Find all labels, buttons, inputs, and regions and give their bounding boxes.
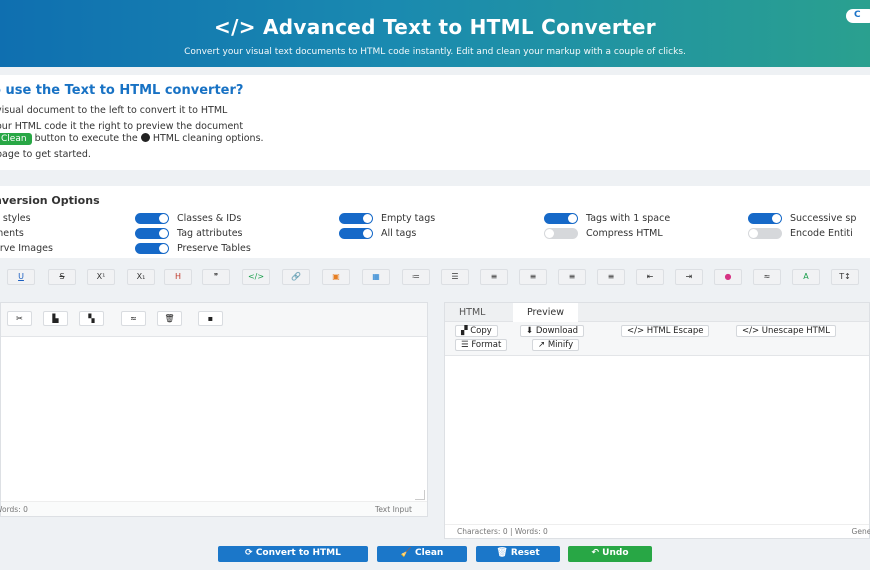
character-count: Characters: 0 | Words: 0: [457, 527, 548, 536]
app-subtitle: Convert your visual text documents to HT…: [184, 47, 686, 57]
action-bar: ⟳ Convert to HTML 🧹 Clean 🗑 Reset ↶ Undo: [0, 546, 870, 564]
undo-button[interactable]: ↶ Undo: [568, 546, 652, 562]
outdent-button[interactable]: ⇤: [636, 269, 664, 285]
format-toolbar: U S X¹ X₁ H ❞ </> 🔗 ▣ ▦ ≔ ☰ ≡ ≡ ≡ ≡ ⇤ ⇥ …: [0, 266, 870, 288]
option-empty-tags[interactable]: Empty tags: [339, 213, 435, 224]
pane-label: Text Input: [375, 505, 412, 514]
font-color-button[interactable]: A: [792, 269, 820, 285]
corner-badge[interactable]: C: [846, 9, 870, 23]
superscript-button[interactable]: X¹: [87, 269, 115, 285]
unescape-html-button[interactable]: </> Unescape HTML: [736, 325, 836, 337]
toggle-switch[interactable]: [135, 213, 169, 224]
option-inline-styles[interactable]: e styles: [0, 213, 31, 224]
preview-area[interactable]: [445, 357, 869, 524]
tab-html[interactable]: HTML: [445, 303, 499, 322]
option-comments[interactable]: ments: [0, 228, 24, 239]
trash-icon[interactable]: 🗑: [157, 311, 182, 326]
clear-format-button[interactable]: ≈: [753, 269, 781, 285]
howto-line-1: visual document to the left to convert i…: [0, 105, 228, 116]
option-preserve-tables[interactable]: Preserve Tables: [135, 243, 251, 254]
image-button[interactable]: ▣: [322, 269, 350, 285]
underline-button[interactable]: U: [7, 269, 35, 285]
howto-heading: o use the Text to HTML converter?: [0, 83, 244, 98]
link-button[interactable]: 🔗: [282, 269, 310, 285]
output-tabs: HTML Preview: [445, 303, 869, 322]
option-encode-entities[interactable]: Encode Entiti: [748, 228, 853, 239]
text-input-pane: ✂ ▙ ▚ ≈ 🗑 ▪ Words: 0 Text Input: [0, 302, 428, 517]
output-pane: HTML Preview ▞ Copy ⬇ Download </> HTML …: [444, 302, 870, 539]
subscript-button[interactable]: X₁: [127, 269, 155, 285]
ordered-list-button[interactable]: ≔: [402, 269, 430, 285]
option-classes-ids[interactable]: Classes & IDs: [135, 213, 241, 224]
gear-icon: [140, 133, 150, 142]
clean-button[interactable]: 🧹 Clean: [377, 546, 467, 562]
toggle-switch[interactable]: [135, 243, 169, 254]
output-toolbar: ▞ Copy ⬇ Download </> HTML Escape </> Un…: [445, 322, 869, 356]
word-count: Words: 0: [0, 505, 28, 514]
toggle-switch[interactable]: [339, 228, 373, 239]
tab-preview[interactable]: Preview: [513, 303, 578, 322]
copy-button[interactable]: ▞ Copy: [455, 325, 498, 337]
html-escape-button[interactable]: </> HTML Escape: [621, 325, 710, 337]
toggle-switch[interactable]: [339, 213, 373, 224]
unordered-list-button[interactable]: ☰: [441, 269, 469, 285]
option-successive-spaces[interactable]: Successive sp: [748, 213, 856, 224]
format-button[interactable]: ☰ Format: [455, 339, 508, 351]
option-compress-html[interactable]: Compress HTML: [544, 228, 663, 239]
paste-icon[interactable]: ▚: [79, 311, 104, 326]
editor-toolbar: ✂ ▙ ▚ ≈ 🗑 ▪: [1, 303, 427, 337]
text-editor-area[interactable]: [1, 337, 427, 501]
options-heading: nversion Options: [0, 194, 100, 207]
option-all-tags[interactable]: All tags: [339, 228, 416, 239]
color-button[interactable]: ●: [714, 269, 742, 285]
align-center-button[interactable]: ≡: [519, 269, 547, 285]
howto-line-3: Clean button to execute the HTML cleanin…: [0, 133, 264, 145]
cut-icon[interactable]: ✂: [7, 311, 32, 326]
resize-handle[interactable]: [415, 490, 425, 500]
howto-line-2: our HTML code it the right to preview th…: [0, 121, 244, 132]
copy-icon[interactable]: ▙: [43, 311, 68, 326]
toggle-switch[interactable]: [748, 228, 782, 239]
generator-label: Genera: [851, 527, 870, 536]
align-justify-button[interactable]: ≡: [597, 269, 625, 285]
indent-button[interactable]: ⇥: [675, 269, 703, 285]
clean-chip: Clean: [0, 133, 32, 145]
minify-button[interactable]: ↗ Minify: [532, 339, 580, 351]
paste-plain-icon[interactable]: ≈: [121, 311, 146, 326]
toggle-switch[interactable]: [544, 213, 578, 224]
code-button[interactable]: </>: [242, 269, 270, 285]
strikethrough-button[interactable]: S: [48, 269, 76, 285]
page-header: </> Advanced Text to HTML Converter Conv…: [0, 0, 870, 67]
toggle-switch[interactable]: [748, 213, 782, 224]
blockquote-button[interactable]: ❞: [202, 269, 230, 285]
option-tags-1-space[interactable]: Tags with 1 space: [544, 213, 670, 224]
align-left-button[interactable]: ≡: [480, 269, 508, 285]
font-size-button[interactable]: T↕: [831, 269, 859, 285]
save-icon[interactable]: ▪: [198, 311, 223, 326]
reset-button[interactable]: 🗑 Reset: [476, 546, 560, 562]
convert-to-html-button[interactable]: ⟳ Convert to HTML: [218, 546, 368, 562]
howto-line-4: page to get started.: [0, 149, 91, 160]
download-button[interactable]: ⬇ Download: [520, 325, 585, 337]
editor-footer: Words: 0 Text Input: [0, 501, 427, 516]
output-footer: Characters: 0 | Words: 0 Genera: [445, 524, 870, 538]
align-right-button[interactable]: ≡: [558, 269, 586, 285]
option-tag-attributes[interactable]: Tag attributes: [135, 228, 243, 239]
toggle-switch[interactable]: [544, 228, 578, 239]
toggle-switch[interactable]: [135, 228, 169, 239]
heading-button[interactable]: H: [164, 269, 192, 285]
app-title: </> Advanced Text to HTML Converter: [214, 15, 656, 39]
conversion-options: nversion Options e styles Classes & IDs …: [0, 186, 870, 258]
table-button[interactable]: ▦: [362, 269, 390, 285]
option-preserve-images[interactable]: erve Images: [0, 243, 53, 254]
howto-section: o use the Text to HTML converter? visual…: [0, 75, 870, 170]
